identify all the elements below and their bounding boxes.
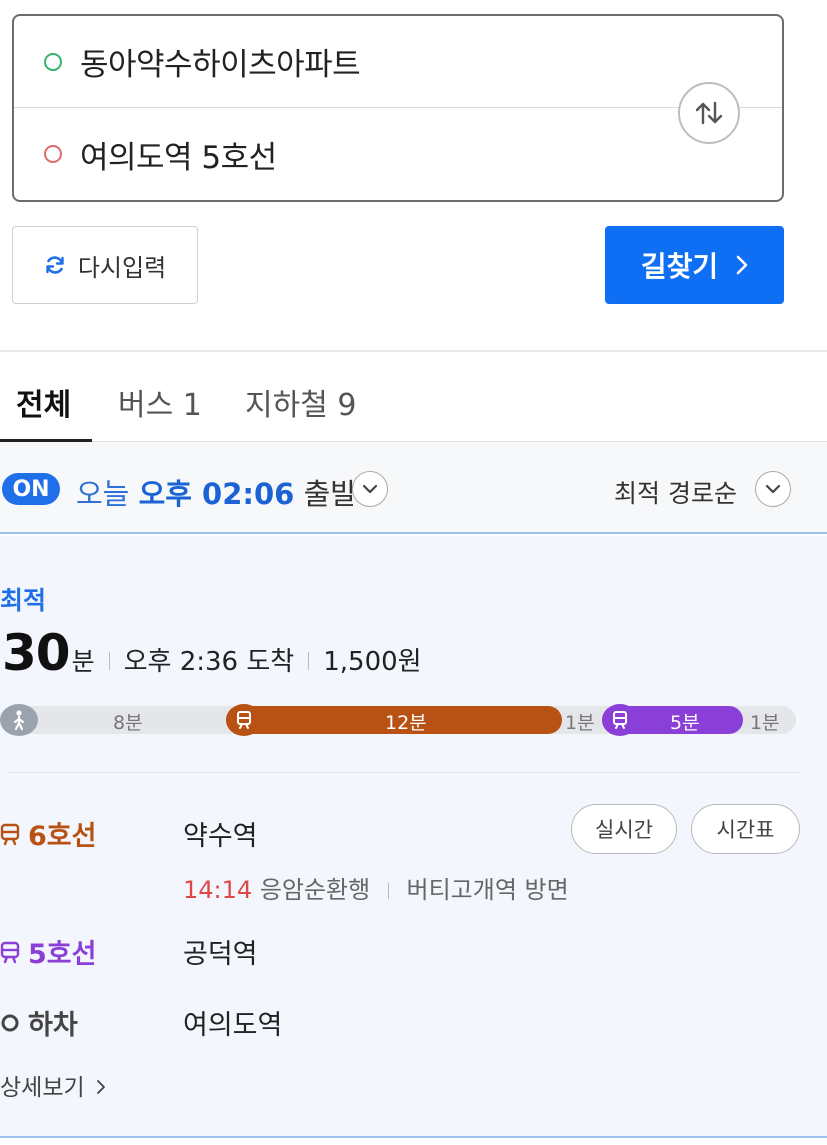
chevron-down-icon: [362, 484, 378, 494]
realtime-button[interactable]: 실시간: [571, 804, 677, 854]
route-search-box: 동아약수하이츠아파트 여의도역 5호선: [12, 14, 784, 202]
tab-bus[interactable]: 버스 1: [118, 380, 202, 424]
chevron-right-icon: [97, 1080, 105, 1094]
time-dropdown-button[interactable]: [352, 471, 388, 507]
find-route-label: 길찾기: [640, 250, 719, 283]
detail-view-link[interactable]: 상세보기: [0, 1068, 106, 1102]
arrival-time: 오후 2:36 도착: [123, 647, 295, 677]
card-bottom-border: [0, 1136, 827, 1138]
line6-time: 12분: [385, 712, 427, 734]
departure-time: 오후 02:06: [138, 477, 295, 511]
step-line-label: 5호선: [0, 932, 827, 971]
destination-text: 여의도역 5호선: [80, 139, 277, 176]
detail-view-label: 상세보기: [0, 1075, 85, 1101]
swap-icon: [695, 101, 723, 125]
reset-button[interactable]: 다시입력: [12, 226, 198, 304]
origin-field[interactable]: 동아약수하이츠아파트: [14, 16, 782, 108]
summary-separator: [308, 652, 310, 670]
fare: 1,500원: [323, 647, 422, 677]
realtime-toggle[interactable]: ON: [2, 473, 60, 505]
tab-all[interactable]: 전체: [16, 380, 71, 424]
line5-time: 5분: [670, 712, 700, 734]
step-line-name: 5호선: [28, 939, 97, 970]
duration-unit: 분: [71, 647, 95, 676]
alight-icon: [0, 1013, 20, 1033]
refresh-icon: [46, 256, 64, 274]
find-route-button[interactable]: 길찾기: [605, 226, 784, 304]
timetable-button[interactable]: 시간표: [691, 804, 800, 854]
arrival-info: 14:14 응암순환행 버티고개역 방면: [183, 870, 569, 905]
departure-time-bar: ON 오늘 오후 02:06 출발 최적 경로순: [0, 442, 827, 534]
next-train-time: 14:14: [183, 876, 253, 904]
route-card[interactable]: 최적 30 분 오후 2:36 도착 1,500원 8분 12분 1분 5분 1…: [0, 536, 827, 1136]
step-line-name: 6호선: [28, 821, 97, 852]
subway-icon: [226, 704, 262, 736]
step-station: 여의도역: [183, 1010, 283, 1041]
walk-time-3: 1분: [750, 712, 780, 734]
route-timeline: 8분 12분 1분 5분 1분: [0, 704, 796, 736]
route-step: 5호선 공덕역: [0, 932, 827, 971]
swap-button[interactable]: [678, 82, 740, 144]
step-station: 약수역: [183, 821, 258, 852]
route-label: 최적: [0, 586, 47, 615]
departure-time-text[interactable]: 오늘 오후 02:06 출발: [76, 471, 357, 513]
subway-icon: [602, 704, 638, 736]
step-station: 공덕역: [183, 939, 258, 970]
train-direction: 버티고개역 방면: [406, 876, 569, 904]
walk-icon: [0, 704, 38, 736]
origin-text: 동아약수하이츠아파트: [80, 47, 361, 83]
info-separator: [387, 883, 389, 899]
destination-dot-icon: [44, 145, 62, 163]
subway-icon: [0, 822, 20, 846]
origin-dot-icon: [44, 52, 62, 71]
walk-time-1: 8분: [113, 712, 143, 734]
step-line-label: 하차: [0, 1003, 827, 1042]
sort-option[interactable]: 최적 경로순: [614, 474, 737, 510]
chevron-down-icon: [765, 484, 781, 494]
route-type-tabs: 전체 버스 1 지하철 9: [0, 352, 827, 442]
chevron-right-icon: [736, 255, 748, 275]
reset-label: 다시입력: [77, 253, 167, 282]
step-line-name: 하차: [28, 1010, 78, 1041]
duration-value: 30: [2, 624, 71, 682]
subway-icon: [0, 940, 20, 964]
tab-subway[interactable]: 지하철 9: [245, 380, 356, 424]
summary-separator: [108, 652, 110, 670]
sort-dropdown-button[interactable]: [755, 471, 791, 507]
route-summary: 30 분 오후 2:36 도착 1,500원: [2, 624, 422, 682]
departure-label: 출발: [303, 477, 357, 511]
card-divider: [8, 772, 800, 773]
walk-time-2: 1분: [565, 712, 595, 734]
destination-field[interactable]: 여의도역 5호선: [14, 108, 782, 200]
departure-day: 오늘: [76, 477, 130, 511]
train-direction-name: 응암순환행: [259, 876, 371, 904]
route-step: 하차 여의도역: [0, 1003, 827, 1042]
